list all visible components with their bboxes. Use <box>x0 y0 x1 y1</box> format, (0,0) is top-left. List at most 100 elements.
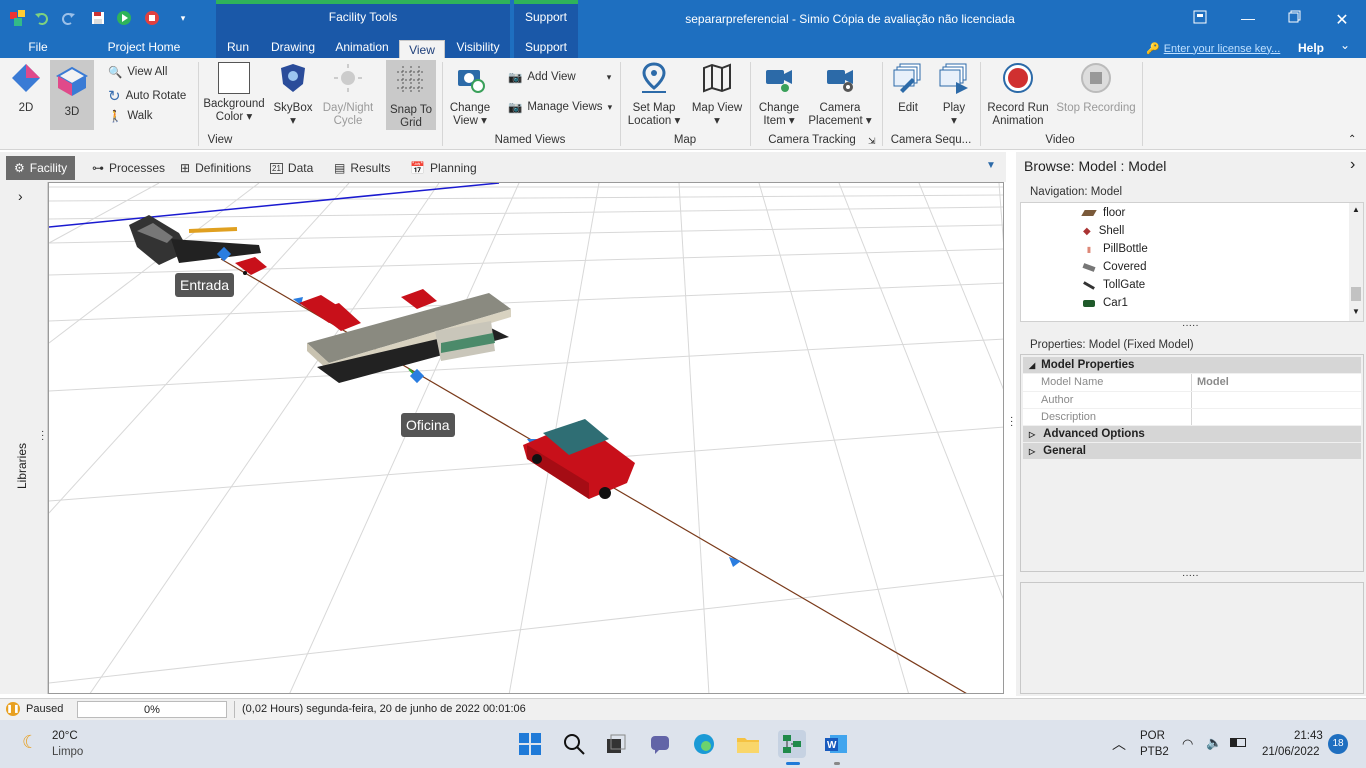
change-view-button[interactable]: Change View ▾ <box>446 62 494 128</box>
input-layout[interactable]: PTB2 <box>1140 746 1169 758</box>
save-icon[interactable] <box>88 8 108 28</box>
label-entrada[interactable]: Entrada <box>175 273 235 297</box>
tab-support[interactable]: Support <box>518 40 574 58</box>
simio-taskbar-icon[interactable] <box>778 730 806 758</box>
clock-date[interactable]: 21/06/2022 <box>1262 746 1320 758</box>
auto-rotate-button[interactable]: ↻ Auto Rotate <box>108 87 186 105</box>
scroll-up-icon[interactable]: ▲ <box>1352 205 1360 214</box>
notification-badge[interactable]: 18 <box>1328 734 1348 754</box>
snap-to-grid-button[interactable]: Snap To Grid <box>386 60 436 130</box>
libraries-label[interactable]: Libraries <box>15 443 29 489</box>
car-small-1 <box>235 257 267 275</box>
battery-icon[interactable] <box>1230 738 1246 747</box>
label-oficina[interactable]: Oficina <box>401 413 455 437</box>
customize-qat-icon[interactable]: ▾ <box>173 8 193 28</box>
nav-item-shell[interactable]: ◆ Shell <box>1083 225 1124 237</box>
walk-button[interactable]: 🚶 Walk <box>108 109 152 123</box>
scroll-thumb[interactable] <box>1351 287 1361 301</box>
collapse-ribbon-icon[interactable]: ⌃ <box>1348 134 1356 145</box>
property-model-name[interactable]: Model Name Model <box>1023 374 1361 391</box>
view-2d-button[interactable]: 2D <box>6 62 46 115</box>
tab-data[interactable]: 21 Data <box>262 156 321 180</box>
property-description[interactable]: Description <box>1023 409 1361 425</box>
general-category[interactable]: ▷ General <box>1023 443 1361 459</box>
edge-icon[interactable] <box>690 730 718 758</box>
background-color-button[interactable]: Background Color ▾ <box>202 62 266 124</box>
tab-visibility[interactable]: Visibility <box>454 40 502 58</box>
minimize-icon[interactable]: — <box>1238 10 1258 26</box>
splitter-grip-icon[interactable]: · · · <box>41 427 44 445</box>
close-icon[interactable]: ✕ <box>1332 10 1352 29</box>
change-item-button[interactable]: Change Item ▾ <box>754 62 804 128</box>
property-author[interactable]: Author <box>1023 392 1361 408</box>
weather-desc[interactable]: Limpo <box>52 746 83 758</box>
task-view-icon[interactable] <box>602 730 630 758</box>
scroll-down-icon[interactable]: ▼ <box>1352 307 1360 316</box>
tray-chevron-icon[interactable]: ︿ <box>1112 734 1126 754</box>
tab-drawing[interactable]: Drawing <box>266 40 320 58</box>
word-icon[interactable]: W <box>822 730 850 758</box>
tab-animation[interactable]: Animation <box>332 40 392 58</box>
run-icon[interactable] <box>114 8 134 28</box>
skybox-button[interactable]: SkyBox ▾ <box>270 62 316 128</box>
props-splitter-icon[interactable]: ····· <box>1182 570 1199 581</box>
dialog-launcher-icon[interactable]: ⇲ <box>868 136 876 147</box>
moon-weather-icon[interactable]: ☾ <box>22 732 38 753</box>
view-all-button[interactable]: 🔍 View All <box>108 65 167 79</box>
record-run-animation-button[interactable]: Record Run Animation <box>986 62 1050 128</box>
start-icon[interactable] <box>516 730 544 758</box>
redo-icon[interactable] <box>58 8 78 28</box>
search-icon[interactable] <box>560 730 588 758</box>
view-3d-button[interactable]: 3D <box>50 60 94 130</box>
add-view-button[interactable]: 📷 Add View ▾ <box>508 70 611 84</box>
camera-placement-button[interactable]: Camera Placement ▾ <box>808 62 872 128</box>
clock-time[interactable]: 21:43 <box>1294 730 1323 742</box>
nav-item-covered[interactable]: Covered <box>1082 261 1146 273</box>
day-night-label-2: Cycle <box>333 115 363 127</box>
teams-chat-icon[interactable] <box>646 730 674 758</box>
nav-item-car1[interactable]: Car1 <box>1083 297 1128 309</box>
collapse-panel-icon[interactable]: › <box>1350 156 1355 174</box>
nav-splitter-icon[interactable]: ····· <box>1182 320 1199 331</box>
maximize-icon[interactable] <box>1284 10 1304 26</box>
set-map-location-button[interactable]: Set Map Location ▾ <box>626 62 682 128</box>
stop-icon[interactable] <box>142 8 162 28</box>
tab-view[interactable]: View <box>399 40 445 58</box>
nav-item-pillbottle[interactable]: ▮ PillBottle <box>1083 243 1148 255</box>
tab-definitions[interactable]: ⊞ Definitions <box>172 156 259 180</box>
tab-file[interactable]: File <box>22 40 54 58</box>
help-button[interactable]: Help <box>1298 41 1324 55</box>
facility-3d-view[interactable]: Entrada Oficina <box>48 182 1004 694</box>
file-explorer-icon[interactable] <box>734 730 762 758</box>
volume-muted-icon[interactable]: 🔈 <box>1206 735 1222 751</box>
navigation-tree[interactable]: floor ◆ Shell ▮ PillBottle Covered TollGat… <box>1020 202 1364 322</box>
tabs-dropdown-icon[interactable]: ▼ <box>986 160 996 171</box>
nav-item-tollgate[interactable]: TollGate <box>1083 279 1145 291</box>
nav-item-floor[interactable]: floor <box>1081 207 1125 219</box>
advanced-options-category[interactable]: ▷ Advanced Options <box>1023 426 1361 442</box>
license-link[interactable]: 🔑 Enter your license key... <box>1146 42 1280 56</box>
tab-processes[interactable]: ⊶ Processes <box>84 156 173 180</box>
help-chevron-icon[interactable]: ⌄ <box>1340 38 1350 52</box>
edit-sequence-button[interactable]: Edit <box>886 62 930 115</box>
weather-temp[interactable]: 20°C <box>52 730 78 742</box>
tab-project-home[interactable]: Project Home <box>104 40 184 58</box>
navigation-scrollbar[interactable]: ▲ ▼ <box>1349 203 1363 321</box>
tab-run[interactable]: Run <box>222 40 254 58</box>
skybox-label: SkyBox <box>273 102 313 114</box>
viewport-splitter-icon[interactable]: · · · <box>1010 413 1013 431</box>
map-view-button[interactable]: Map View ▾ <box>690 62 744 128</box>
wifi-icon[interactable]: ◠ <box>1182 736 1193 752</box>
model-properties-category[interactable]: ◢ Model Properties <box>1023 357 1361 373</box>
input-language[interactable]: POR <box>1140 730 1165 742</box>
tab-planning[interactable]: 📅 Planning <box>402 156 485 180</box>
play-sequence-button[interactable]: Play ▾ <box>932 62 976 128</box>
navigation-header: Navigation: Model <box>1030 186 1123 198</box>
manage-views-button[interactable]: 📷 Manage Views ▾ <box>508 100 612 114</box>
expand-libraries-icon[interactable]: › <box>18 188 23 204</box>
restore-layout-icon[interactable] <box>1190 10 1210 26</box>
view-3d-label: 3D <box>64 106 80 118</box>
tab-facility[interactable]: ⚙ Facility <box>6 156 76 180</box>
undo-icon[interactable] <box>32 8 52 28</box>
tab-results[interactable]: ▤ Results <box>326 156 398 180</box>
